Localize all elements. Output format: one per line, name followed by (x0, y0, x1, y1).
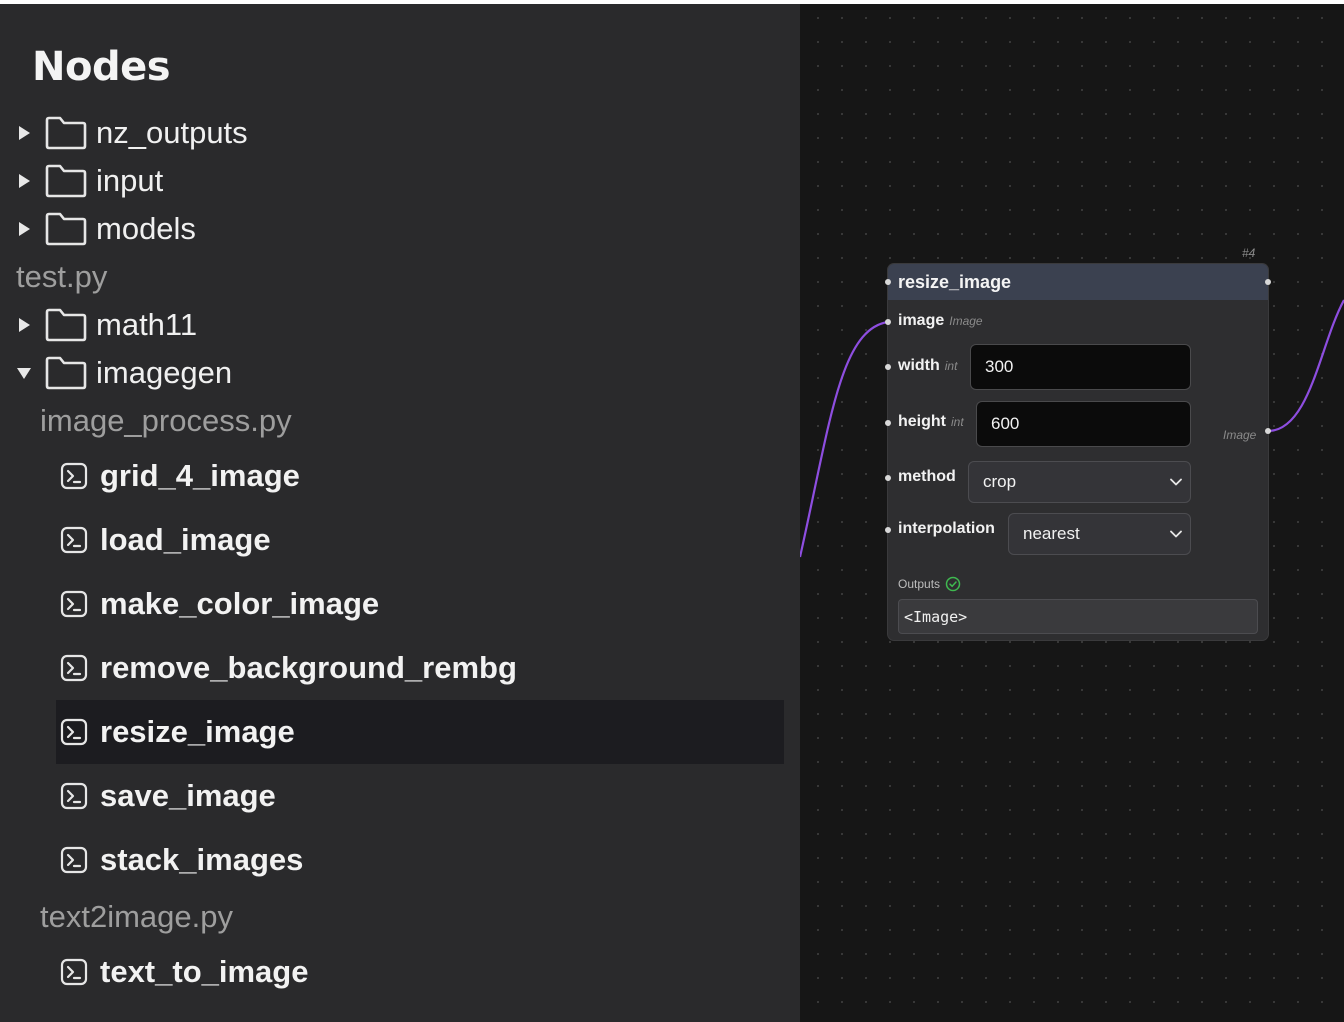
folder-icon (45, 164, 87, 198)
resize-image-node[interactable]: resize_image image Image width int 300 h… (885, 264, 1271, 640)
param-interpolation: interpolation (898, 520, 995, 538)
function-item-save-image[interactable]: save_image (56, 764, 784, 828)
edge-output-image[interactable] (1267, 299, 1344, 433)
file-label-image-process-py[interactable]: image_process.py (40, 403, 292, 439)
param-name: height (898, 413, 946, 430)
function-label: text_to_image (100, 954, 309, 989)
select-value: nearest (1023, 524, 1080, 543)
function-label: make_color_image (100, 586, 380, 621)
outputs-header: Outputs (898, 576, 961, 592)
check-circle-icon (945, 576, 961, 592)
param-type: int (951, 415, 964, 429)
node-id-label: #4 (1242, 246, 1256, 260)
param-name: interpolation (898, 520, 995, 537)
terminal-icon (60, 590, 88, 618)
param-name: width (898, 357, 940, 374)
terminal-icon (60, 526, 88, 554)
width-input-port[interactable] (885, 364, 891, 370)
param-width: width int (898, 357, 957, 375)
interpolation-input-port[interactable] (885, 527, 891, 533)
folder-label: imagegen (96, 355, 233, 390)
folder-row-imagegen[interactable]: imagegen (0, 349, 232, 397)
function-item-remove-background-rembg[interactable]: remove_background_rembg (56, 636, 784, 700)
function-label: save_image (100, 778, 276, 813)
caret-right-icon[interactable] (0, 317, 44, 333)
terminal-icon (60, 958, 88, 986)
file-label-text2image-py[interactable]: text2image.py (40, 899, 233, 935)
nodes-sidebar: Nodes nz_outputs input models test.py ma… (0, 4, 800, 1022)
function-item-grid-4-image[interactable]: grid_4_image (56, 444, 784, 508)
terminal-icon (60, 654, 88, 682)
file-label-test-py[interactable]: test.py (16, 259, 107, 295)
folder-label: input (96, 163, 164, 198)
folder-row-input[interactable]: input (0, 157, 163, 205)
image-output-port[interactable] (1265, 428, 1271, 434)
method-select[interactable]: crop (968, 461, 1191, 503)
function-item-make-color-image[interactable]: make_color_image (56, 572, 784, 636)
height-input-port[interactable] (885, 420, 891, 426)
folder-label: nz_outputs (96, 115, 248, 150)
folder-icon (45, 116, 87, 150)
folder-label: math11 (96, 307, 198, 342)
folder-icon (45, 308, 87, 342)
node-trigger-out-port[interactable] (1265, 279, 1271, 285)
caret-down-icon[interactable] (0, 366, 44, 380)
caret-right-icon[interactable] (0, 173, 44, 189)
edge-input-image[interactable] (800, 320, 889, 558)
function-label: resize_image (100, 714, 295, 749)
method-input-port[interactable] (885, 475, 891, 481)
interpolation-select[interactable]: nearest (1008, 513, 1191, 555)
function-label: remove_background_rembg (100, 650, 517, 685)
folder-row-models[interactable]: models (0, 205, 196, 253)
param-height: height int (898, 413, 964, 431)
output-type-label: Image (1223, 428, 1257, 442)
function-item-stack-images[interactable]: stack_images (56, 828, 784, 892)
function-label: stack_images (100, 842, 304, 877)
caret-right-icon[interactable] (0, 125, 44, 141)
node-canvas[interactable]: #4 resize_image image Image width int 30… (800, 4, 1344, 1022)
caret-right-icon[interactable] (0, 221, 44, 237)
width-input[interactable]: 300 (970, 344, 1191, 390)
function-item-text-to-image[interactable]: text_to_image (56, 940, 784, 1004)
chevron-down-icon (1170, 478, 1182, 486)
chevron-down-icon (1170, 530, 1182, 538)
terminal-icon (60, 846, 88, 874)
folder-label: models (96, 211, 196, 246)
terminal-icon (60, 718, 88, 746)
param-name: method (898, 468, 956, 485)
folder-icon (45, 212, 87, 246)
outputs-label: Outputs (898, 577, 941, 591)
height-input[interactable]: 600 (976, 401, 1191, 447)
function-item-load-image[interactable]: load_image (56, 508, 784, 572)
output-value-field[interactable]: <Image> (898, 599, 1258, 634)
node-header[interactable]: resize_image (888, 264, 1268, 300)
param-type: Image (949, 314, 983, 328)
param-method: method (898, 468, 956, 486)
function-label: load_image (100, 522, 271, 557)
image-input-port[interactable] (885, 319, 891, 325)
param-name: image (898, 312, 945, 329)
folder-row-math11[interactable]: math11 (0, 301, 197, 349)
node-title: resize_image (898, 271, 1012, 292)
param-image: image Image (898, 312, 983, 330)
function-label: grid_4_image (100, 458, 300, 493)
sidebar-title: Nodes (32, 44, 171, 90)
terminal-icon (60, 782, 88, 810)
select-value: crop (983, 472, 1017, 491)
param-type: int (944, 359, 958, 373)
folder-row-nz-outputs[interactable]: nz_outputs (0, 109, 248, 157)
function-item-resize-image[interactable]: resize_image (56, 700, 784, 764)
folder-icon (45, 356, 87, 390)
node-trigger-in-port[interactable] (885, 279, 891, 285)
terminal-icon (60, 462, 88, 490)
